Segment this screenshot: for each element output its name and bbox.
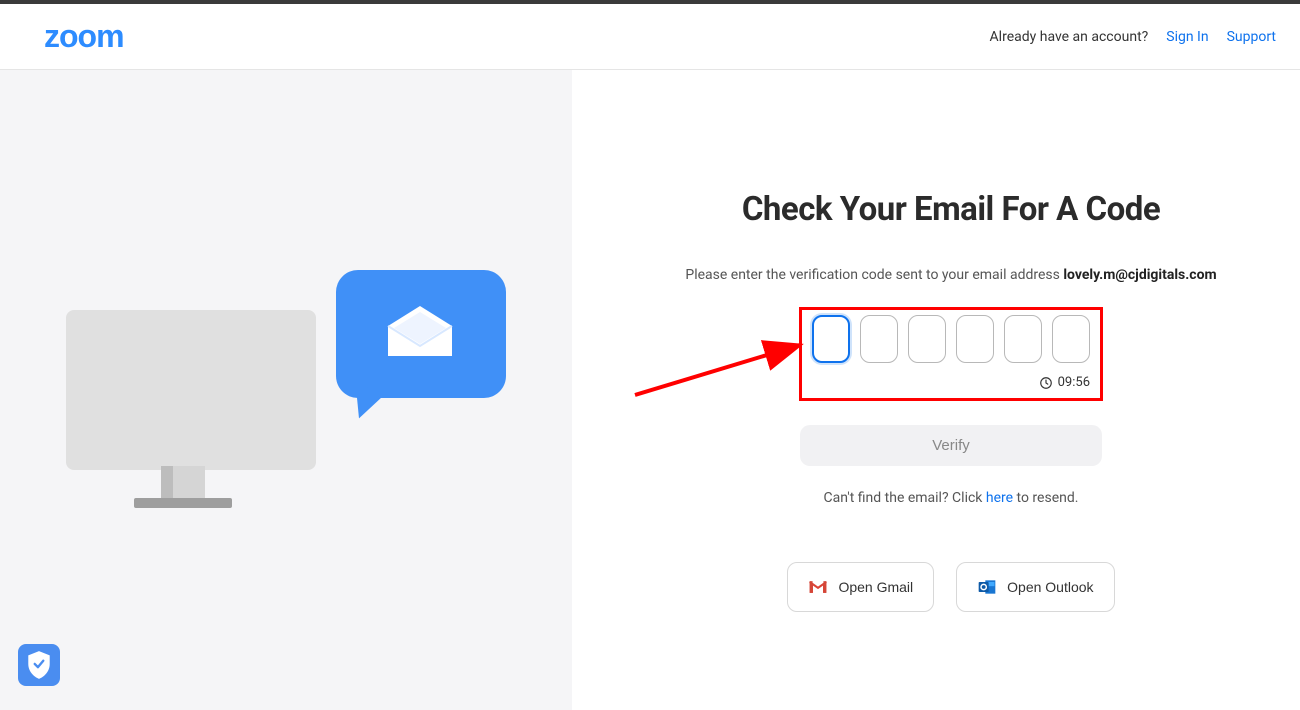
email-client-buttons: Open Gmail Open Outlook: [662, 562, 1240, 612]
support-link[interactable]: Support: [1227, 29, 1276, 45]
subtitle: Please enter the verification code sent …: [662, 267, 1240, 283]
resend-post: to resend.: [1013, 490, 1078, 506]
form-panel: Check Your Email For A Code Please enter…: [572, 70, 1300, 710]
outlook-icon: [977, 577, 997, 597]
shield-icon: [26, 650, 52, 680]
header-right: Already have an account? Sign In Support: [990, 29, 1276, 45]
countdown-timer: 09:56: [812, 375, 1090, 390]
monitor-screen-icon: [66, 310, 316, 470]
outlook-label: Open Outlook: [1007, 579, 1093, 595]
subtitle-text: Please enter the verification code sent …: [685, 267, 1063, 283]
verify-button[interactable]: Verify: [800, 425, 1102, 466]
subtitle-email: lovely.m@cjdigitals.com: [1063, 267, 1216, 283]
open-gmail-button[interactable]: Open Gmail: [787, 562, 934, 612]
page-header: zoom Already have an account? Sign In Su…: [0, 4, 1300, 70]
gmail-label: Open Gmail: [838, 579, 913, 595]
code-digit-2[interactable]: [860, 315, 898, 363]
open-outlook-button[interactable]: Open Outlook: [956, 562, 1114, 612]
code-digit-3[interactable]: [908, 315, 946, 363]
code-digit-5[interactable]: [1004, 315, 1042, 363]
code-digit-6[interactable]: [1052, 315, 1090, 363]
envelope-icon: [384, 306, 456, 358]
resend-text: Can't find the email? Click here to rese…: [662, 490, 1240, 506]
code-highlight-box: 09:56: [799, 307, 1103, 401]
speech-tail-icon: [347, 384, 386, 423]
clock-icon: [1039, 376, 1053, 390]
illustration-panel: [0, 70, 572, 710]
main-content: Check Your Email For A Code Please enter…: [0, 70, 1300, 710]
email-illustration: [66, 270, 506, 570]
gmail-icon: [808, 579, 828, 595]
account-prompt-text: Already have an account?: [990, 29, 1149, 45]
code-digit-1[interactable]: [812, 315, 850, 363]
zoom-logo[interactable]: zoom: [44, 18, 124, 55]
signin-link[interactable]: Sign In: [1166, 29, 1208, 45]
monitor-base-icon: [134, 498, 232, 508]
code-digit-4[interactable]: [956, 315, 994, 363]
security-shield-badge[interactable]: [18, 644, 60, 686]
code-inputs-row: [812, 315, 1090, 363]
page-title: Check Your Email For A Code: [662, 190, 1240, 229]
timer-value: 09:56: [1058, 375, 1090, 390]
resend-link[interactable]: here: [986, 490, 1013, 506]
resend-pre: Can't find the email? Click: [824, 490, 986, 506]
